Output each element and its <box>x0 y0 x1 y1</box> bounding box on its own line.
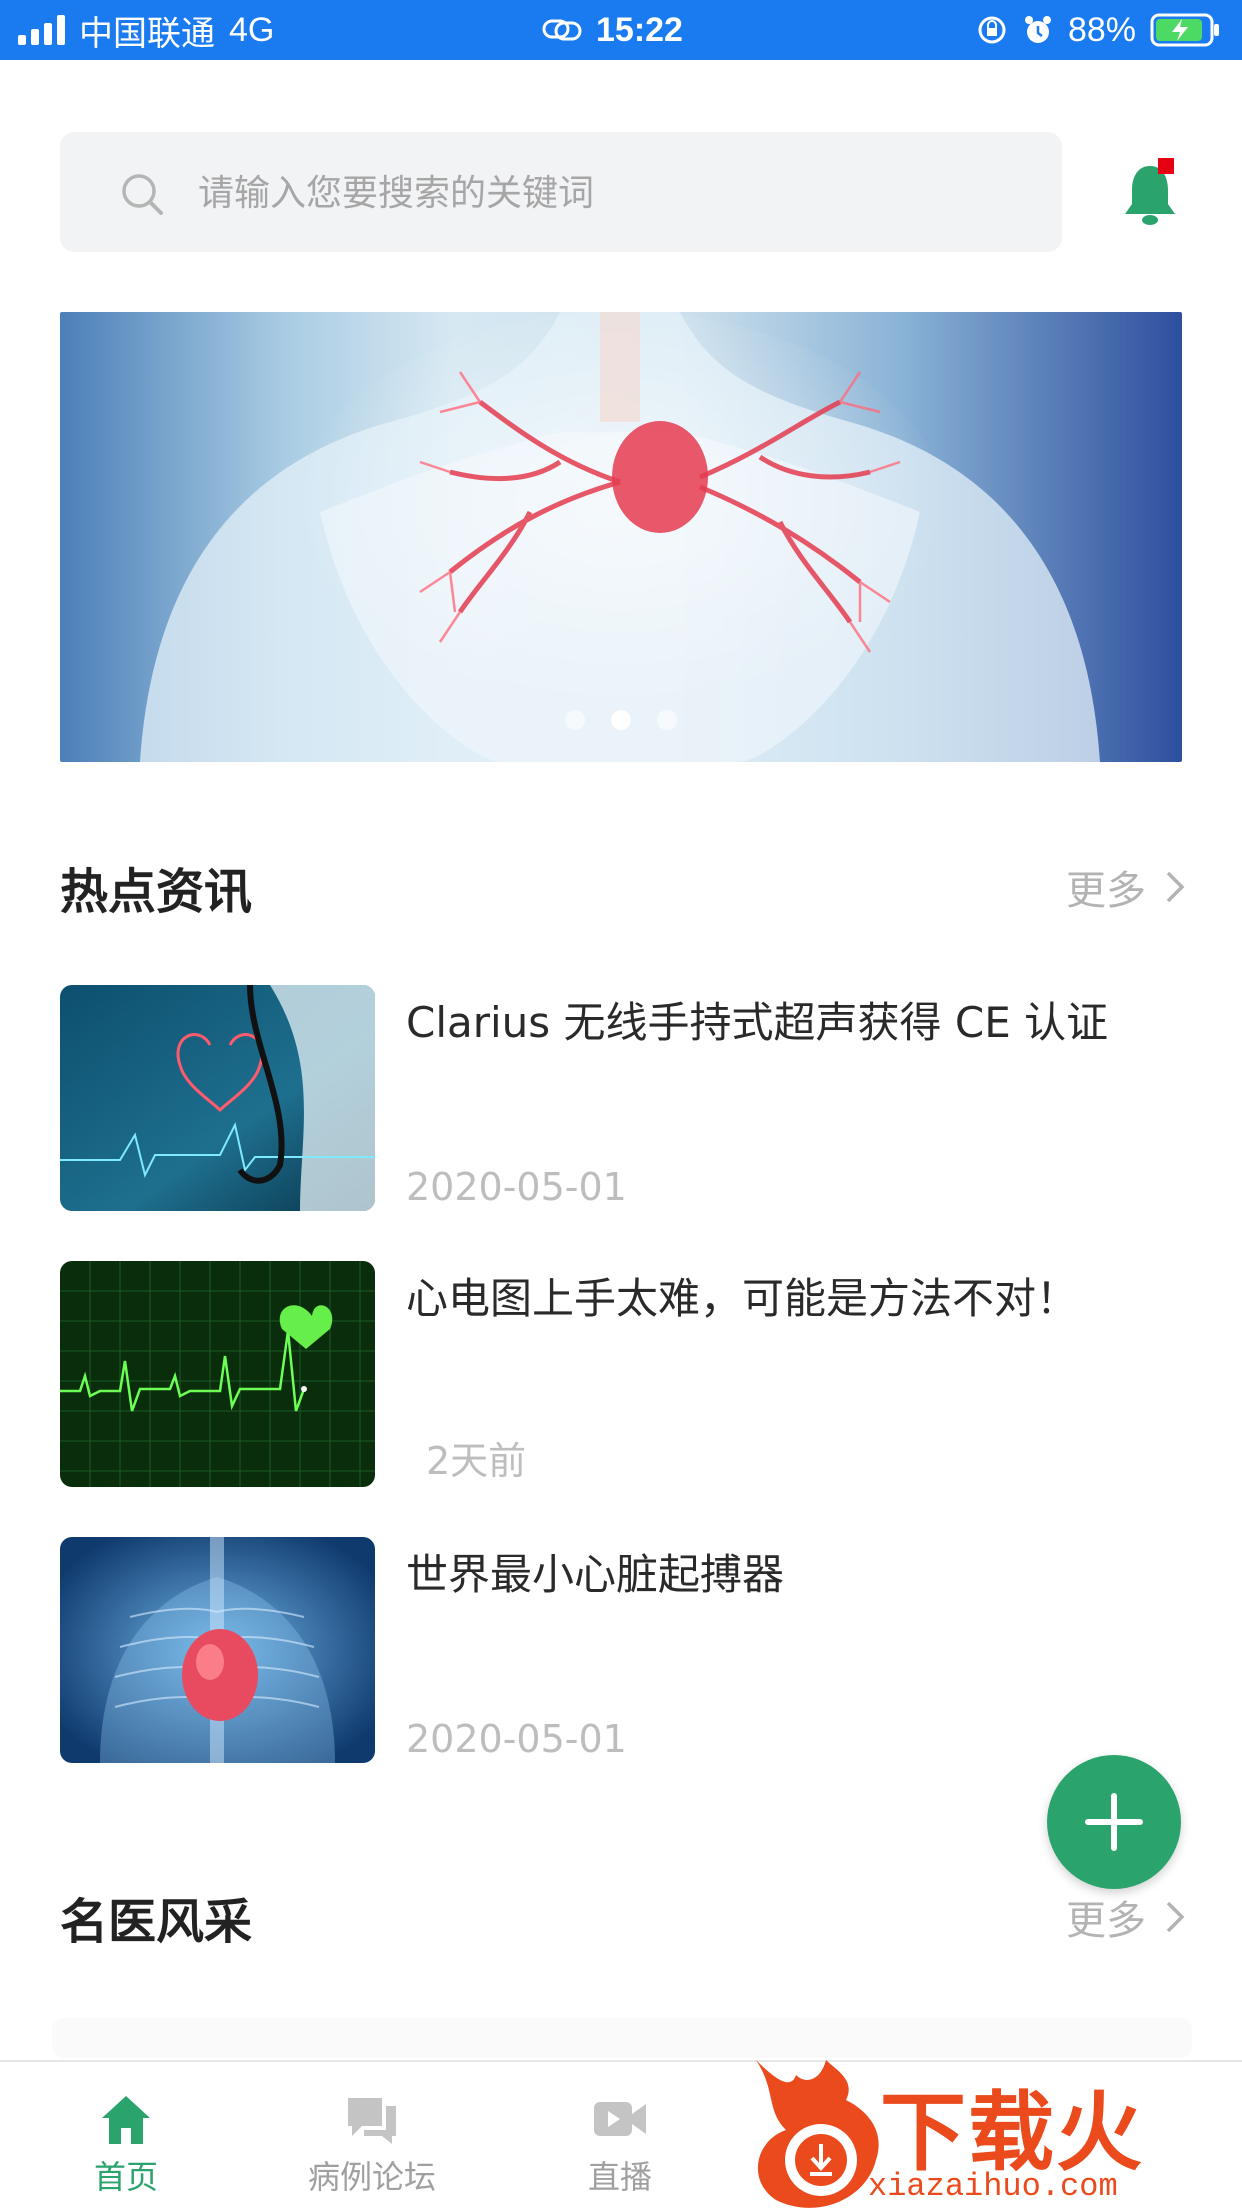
tab-forum[interactable]: 病例论坛 <box>272 2062 472 2210</box>
carousel-indicators <box>60 710 1182 730</box>
news-title: Clarius 无线手持式超声获得 CE 认证 <box>406 998 1109 1047</box>
doctors-title: 名医风采 <box>60 1894 253 1950</box>
tab-live[interactable]: 直播 <box>520 2062 720 2210</box>
carousel-dot[interactable] <box>657 710 677 730</box>
news-item[interactable]: 心电图上手太难，可能是方法不对！ 2天前 <box>60 1261 1182 1487</box>
doctors-more-link[interactable]: 更多 <box>1066 1888 1186 1946</box>
notification-bell-icon[interactable] <box>1120 158 1180 228</box>
chevron-right-icon <box>1166 871 1185 903</box>
chevron-right-icon <box>1166 1901 1185 1933</box>
carrier-label: 中国联通 <box>79 14 215 53</box>
network-label: 4G <box>229 10 275 49</box>
status-right: 88% <box>976 8 1220 52</box>
alarm-icon <box>1024 16 1051 43</box>
home-icon <box>102 2096 150 2144</box>
banner-image <box>140 312 1100 762</box>
carousel-dot[interactable] <box>565 710 585 730</box>
news-item[interactable]: Clarius 无线手持式超声获得 CE 认证 2020-05-01 <box>60 985 1182 1211</box>
search-bar[interactable] <box>60 132 1062 254</box>
search-icon <box>122 174 163 215</box>
link-icon <box>542 19 582 41</box>
status-bar: 中国联通 4G 15:22 88% <box>0 0 1242 60</box>
hot-news-more-link[interactable]: 更多 <box>1066 858 1186 916</box>
news-item[interactable]: 世界最小心脏起搏器 2020-05-01 <box>60 1537 1182 1763</box>
news-thumbnail <box>60 985 375 1211</box>
news-date: 2天前 <box>426 1439 527 1483</box>
news-date: 2020-05-01 <box>406 1165 627 1209</box>
forum-icon <box>348 2098 396 2144</box>
carousel-dot-active[interactable] <box>611 710 631 730</box>
status-center: 15:22 <box>542 8 683 52</box>
status-left: 中国联通 4G <box>18 8 275 53</box>
time-label: 15:22 <box>596 10 683 49</box>
news-date: 2020-05-01 <box>406 1717 627 1761</box>
tab-home[interactable]: 首页 <box>26 2062 226 2210</box>
plus-icon <box>1085 1793 1143 1851</box>
more-label: 更多 <box>1066 1898 1146 1944</box>
tab-label: 病例论坛 <box>307 2158 436 2196</box>
news-thumbnail <box>60 1261 375 1487</box>
signal-icon <box>18 15 65 45</box>
news-title: 世界最小心脏起搏器 <box>406 1550 785 1599</box>
tab-label: 首页 <box>93 2158 158 2196</box>
tab-label: 直播 <box>587 2158 652 2196</box>
banner-carousel[interactable] <box>60 312 1182 762</box>
search-input[interactable] <box>196 132 1020 254</box>
rotation-lock-icon <box>978 16 1006 44</box>
video-icon <box>594 2102 646 2136</box>
watermark-url: xiazaihuo.com <box>868 2168 1118 2205</box>
news-thumbnail <box>60 1537 375 1763</box>
battery-label: 88% <box>1067 10 1136 49</box>
battery-icon <box>1150 13 1219 47</box>
add-button[interactable] <box>1047 1755 1181 1889</box>
news-title: 心电图上手太难，可能是方法不对！ <box>406 1274 1079 1323</box>
hot-news-title: 热点资讯 <box>60 864 253 920</box>
more-label: 更多 <box>1066 868 1146 914</box>
